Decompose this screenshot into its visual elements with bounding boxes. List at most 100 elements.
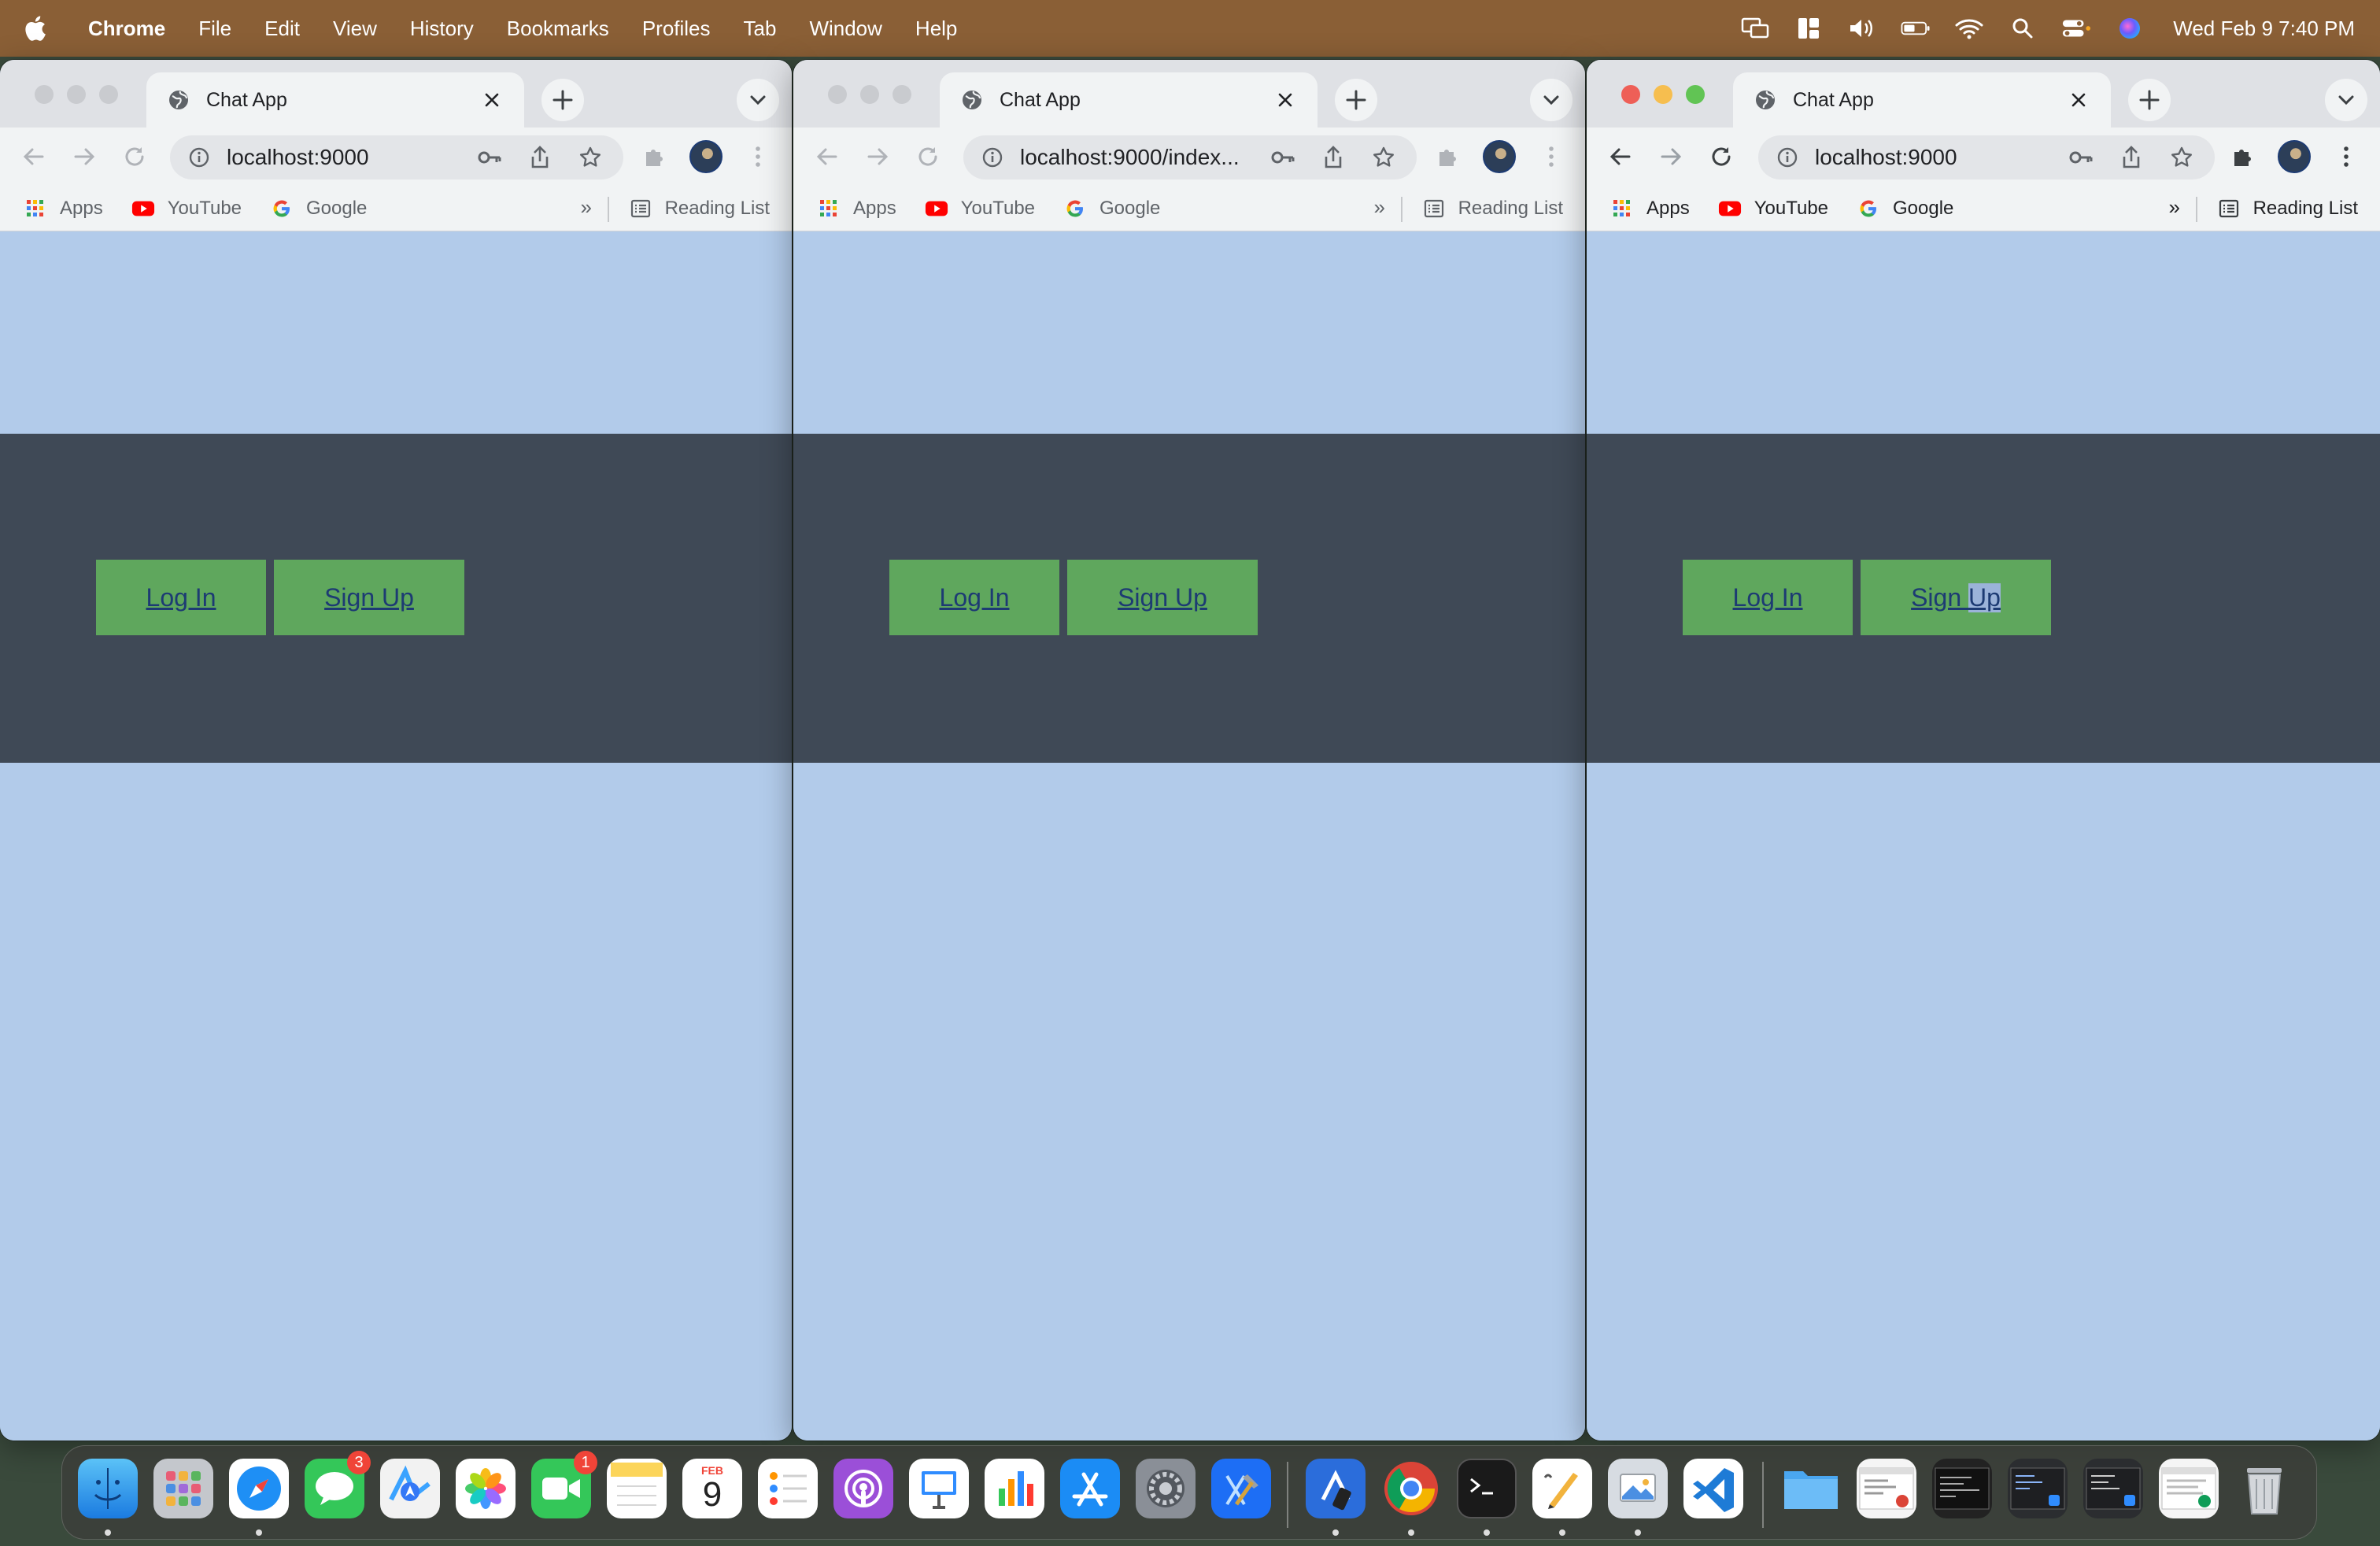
menu-profiles[interactable]: Profiles (642, 17, 711, 41)
tab-chat-app[interactable]: Chat App (1733, 72, 2111, 128)
bookmark-star-icon[interactable] (2164, 140, 2199, 175)
site-info-icon[interactable] (187, 146, 211, 169)
reminders-icon[interactable] (758, 1459, 818, 1518)
messages-icon[interactable]: 3 (305, 1451, 371, 1518)
log-in-button[interactable]: Log In (1683, 560, 1853, 635)
site-info-icon[interactable] (981, 146, 1004, 169)
simulator-icon[interactable] (1306, 1459, 1366, 1518)
bookmarks-overflow-button[interactable]: » (1374, 195, 1385, 220)
menu-help[interactable]: Help (915, 17, 957, 41)
chrome-icon[interactable] (1381, 1459, 1441, 1518)
minimized-editor-thumbnail[interactable] (2008, 1459, 2068, 1518)
reading-list-button[interactable]: Reading List (629, 186, 770, 231)
tab-chat-app[interactable]: Chat App (940, 72, 1318, 128)
minimized-terminal-thumbnail[interactable] (1932, 1459, 1992, 1518)
spotlight-search-icon[interactable] (2008, 15, 2038, 42)
reading-list-button[interactable]: Reading List (2217, 186, 2358, 231)
site-info-icon[interactable] (1776, 146, 1799, 169)
podcasts-icon[interactable] (833, 1459, 893, 1518)
keynote-icon[interactable] (909, 1459, 969, 1518)
calendar-icon[interactable]: FEB 9 (682, 1459, 742, 1518)
numbers-icon[interactable] (985, 1459, 1044, 1518)
zoom-window-button[interactable] (99, 85, 118, 104)
menu-bar-clock[interactable]: Wed Feb 9 7:40 PM (2173, 17, 2355, 41)
folder-icon[interactable] (1781, 1459, 1841, 1518)
wifi-icon[interactable] (1954, 15, 1984, 42)
forward-button[interactable] (68, 140, 101, 173)
extensions-puzzle-icon[interactable] (2226, 140, 2259, 173)
screen-mirroring-icon[interactable] (1740, 15, 1770, 42)
address-bar[interactable]: localhost:9000/index... (963, 135, 1417, 179)
extensions-puzzle-icon[interactable] (1431, 140, 1464, 173)
profile-avatar[interactable] (1483, 140, 1516, 173)
menu-window[interactable]: Window (809, 17, 881, 41)
bookmark-google[interactable]: Google (1857, 197, 1953, 220)
trash-icon[interactable] (2234, 1459, 2294, 1518)
profile-avatar[interactable] (2278, 140, 2311, 173)
menu-app-chrome[interactable]: Chrome (88, 17, 165, 41)
new-tab-button[interactable] (2128, 79, 2171, 121)
menu-history[interactable]: History (410, 17, 474, 41)
reload-button[interactable] (118, 140, 151, 173)
password-key-icon[interactable] (2064, 140, 2098, 175)
address-bar[interactable]: localhost:9000 (1758, 135, 2215, 179)
menu-tab[interactable]: Tab (744, 17, 777, 41)
photos-icon[interactable] (456, 1459, 516, 1518)
extensions-puzzle-icon[interactable] (638, 140, 671, 173)
tab-search-button[interactable] (737, 79, 779, 121)
zoom-window-button[interactable] (1686, 85, 1705, 104)
zoom-window-button[interactable] (893, 85, 911, 104)
reading-list-button[interactable]: Reading List (1422, 186, 1563, 231)
forward-button[interactable] (861, 140, 894, 173)
volume-icon[interactable] (1847, 15, 1877, 42)
bookmarks-overflow-button[interactable]: » (581, 195, 592, 220)
bookmark-google[interactable]: Google (270, 197, 367, 220)
bookmark-youtube[interactable]: YouTube (1718, 197, 1828, 220)
minimize-window-button[interactable] (1654, 85, 1672, 104)
tab-search-button[interactable] (2325, 79, 2367, 121)
menu-bookmarks[interactable]: Bookmarks (507, 17, 609, 41)
close-window-button[interactable] (828, 85, 847, 104)
system-preferences-icon[interactable] (1136, 1459, 1196, 1518)
vscode-icon[interactable] (1683, 1459, 1743, 1518)
bookmarks-overflow-button[interactable]: » (2169, 195, 2180, 220)
close-tab-icon[interactable] (480, 88, 504, 112)
close-window-button[interactable] (35, 85, 54, 104)
bookmark-apps[interactable]: Apps (24, 197, 103, 220)
finder-icon[interactable] (78, 1459, 138, 1518)
bookmark-star-icon[interactable] (1366, 140, 1401, 175)
maps-icon[interactable] (380, 1459, 440, 1518)
minimize-window-button[interactable] (860, 85, 879, 104)
close-window-button[interactable] (1621, 85, 1640, 104)
battery-icon[interactable] (1901, 15, 1931, 42)
tab-chat-app[interactable]: Chat App (146, 72, 524, 128)
close-tab-icon[interactable] (2067, 88, 2090, 112)
reload-button[interactable] (1705, 140, 1738, 173)
sign-up-button[interactable]: Sign Up (1861, 560, 2051, 635)
new-tab-button[interactable] (1335, 79, 1377, 121)
bookmark-youtube[interactable]: YouTube (131, 197, 242, 220)
launchpad-icon[interactable] (153, 1459, 213, 1518)
minimized-xcode-thumbnail[interactable] (2083, 1459, 2143, 1518)
bookmark-apps[interactable]: Apps (817, 197, 896, 220)
close-tab-icon[interactable] (1273, 88, 1297, 112)
browser-menu-icon[interactable] (1535, 140, 1568, 173)
back-button[interactable] (811, 140, 844, 173)
apple-menu-icon[interactable] (22, 14, 47, 43)
password-key-icon[interactable] (1266, 140, 1300, 175)
browser-menu-icon[interactable] (741, 140, 774, 173)
address-bar[interactable]: localhost:9000 (170, 135, 623, 179)
terminal-icon[interactable] (1457, 1459, 1517, 1518)
sign-up-button[interactable]: Sign Up (274, 560, 464, 635)
menu-edit[interactable]: Edit (264, 17, 300, 41)
back-button[interactable] (17, 140, 50, 173)
app-store-icon[interactable] (1060, 1459, 1120, 1518)
profile-avatar[interactable] (689, 140, 722, 173)
share-icon[interactable] (523, 140, 557, 175)
back-button[interactable] (1604, 140, 1637, 173)
minimized-window-thumbnail[interactable] (1857, 1459, 1916, 1518)
menu-view[interactable]: View (333, 17, 377, 41)
minimized-chrome-thumbnail[interactable] (2159, 1459, 2219, 1518)
bookmark-google[interactable]: Google (1063, 197, 1160, 220)
new-tab-button[interactable] (541, 79, 584, 121)
